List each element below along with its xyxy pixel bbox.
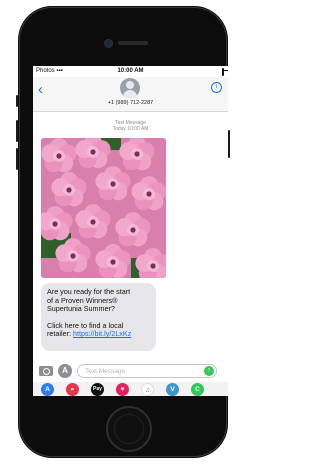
venmo-icon[interactable]: V: [166, 383, 179, 396]
contact-avatar[interactable]: [120, 78, 140, 98]
retailer-link[interactable]: https://bit.ly/2LxKz: [73, 329, 131, 339]
info-icon[interactable]: i: [211, 82, 222, 93]
web-search-icon[interactable]: ⌕: [66, 383, 79, 396]
home-button[interactable]: [106, 406, 152, 452]
battery-icon: [222, 68, 224, 76]
imessage-app-drawer: A ⌕ Pay ♥ ♫ V C: [33, 382, 228, 396]
message-input[interactable]: Text Message ↑: [77, 364, 217, 378]
power-button: [228, 130, 230, 158]
volume-down-button: [16, 148, 18, 170]
digital-touch-icon[interactable]: ♥: [116, 383, 129, 396]
compose-bar: A Text Message ↑: [33, 362, 228, 380]
home-button-ring: [114, 414, 144, 444]
app-store-icon[interactable]: A: [58, 364, 72, 378]
message-photo[interactable]: [41, 138, 166, 278]
status-bar: Photos ▪︎▪︎▪︎ 10:00 AM: [33, 66, 228, 77]
apple-pay-icon[interactable]: Pay: [91, 383, 104, 396]
status-time: 10:00 AM: [117, 68, 144, 74]
front-camera: [104, 39, 113, 48]
message-line: retailer:: [47, 329, 73, 339]
music-icon[interactable]: ♫: [141, 383, 154, 396]
camera-icon[interactable]: [39, 366, 53, 376]
phone-screen: Photos ▪︎▪︎▪︎ 10:00 AM ‹ +1 (989) 712-22…: [33, 66, 228, 396]
message-input-placeholder: Text Message: [85, 368, 126, 375]
petunia-flowers-image: [41, 138, 166, 278]
message-timestamp: Today 10:00 AM: [112, 126, 149, 132]
back-button[interactable]: ‹: [38, 81, 43, 98]
contact-phone-number[interactable]: +1 (989) 712-2287: [33, 100, 228, 106]
conversation-header: ‹ +1 (989) 712-2287 i: [33, 77, 228, 112]
mute-switch: [16, 95, 18, 107]
app-store-icon[interactable]: A: [41, 383, 54, 396]
earpiece-speaker: [118, 41, 148, 45]
send-icon[interactable]: ↑: [204, 366, 214, 376]
volume-up-button: [16, 120, 18, 142]
more-apps-icon[interactable]: C: [191, 383, 204, 396]
message-line: Supertunia Summer?: [47, 304, 115, 314]
incoming-message-bubble[interactable]: Are you ready for the start of a Proven …: [41, 283, 156, 351]
